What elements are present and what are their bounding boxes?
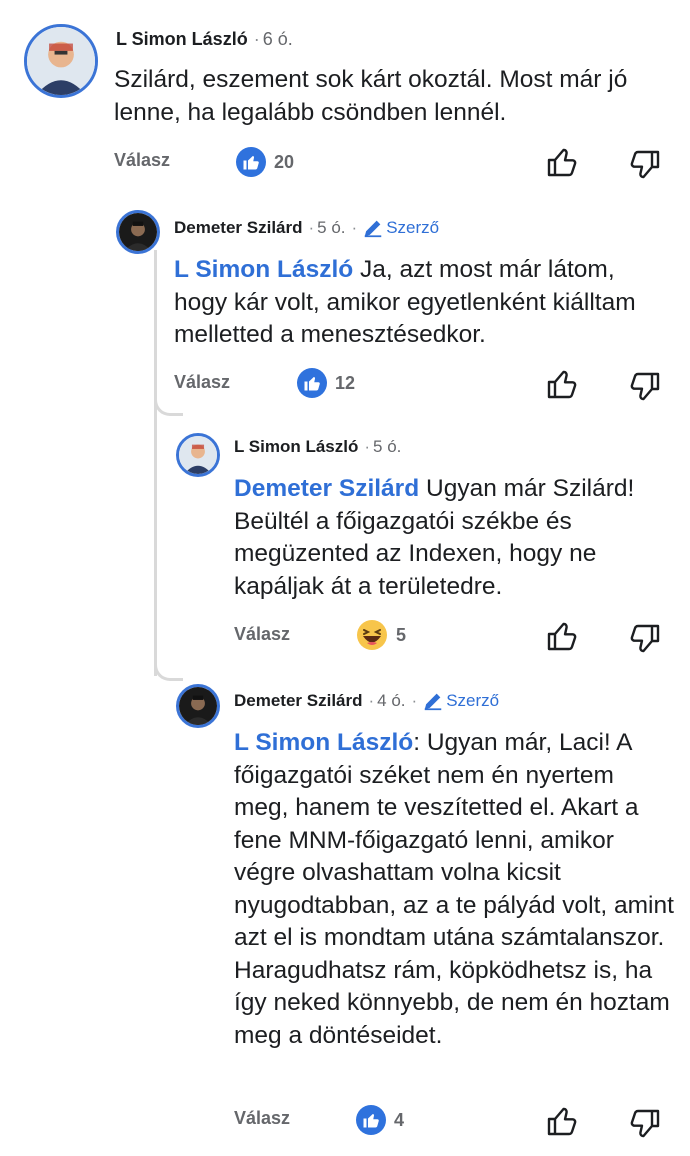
pencil-icon [424, 693, 442, 711]
reaction-count: 4 [394, 1109, 405, 1130]
thumbs-up-icon[interactable] [545, 1104, 579, 1138]
separator-dot: · [364, 437, 371, 456]
comment-author[interactable]: Demeter Szilárd [174, 218, 303, 238]
thumbs-down-icon[interactable] [628, 148, 662, 182]
separator-dot: · [351, 218, 358, 237]
comment-header: L Simon László · 6 ó. [116, 29, 293, 50]
like-reaction-icon [356, 1105, 386, 1135]
avatar[interactable] [176, 433, 220, 477]
comment-time: 5 ó. [373, 437, 402, 456]
thumbs-down-icon[interactable] [628, 370, 662, 404]
reaction-count: 5 [396, 624, 407, 645]
avatar[interactable] [176, 684, 220, 728]
comment-text: L Simon László Ja, azt most már látom, h… [174, 254, 674, 352]
comment-header: Demeter Szilárd · 4 ó. · Szerző [234, 690, 499, 712]
reply-button[interactable]: Válasz [114, 150, 170, 171]
profile-photo-icon [27, 27, 95, 95]
comment-header: Demeter Szilárd · 5 ó. · Szerző [174, 217, 439, 239]
like-reaction-icon [297, 368, 327, 398]
comment-author[interactable]: Demeter Szilárd [234, 691, 363, 711]
comment-text-content: : Ugyan már, Laci! A főigazgatói széket … [234, 729, 674, 1049]
mention-link[interactable]: L Simon László [234, 729, 413, 756]
comment-text-content: Szilárd, eszement sok kárt okoztál. Most… [114, 66, 628, 126]
thumbs-up-icon[interactable] [545, 145, 579, 179]
pencil-icon [364, 220, 382, 238]
reply-button[interactable]: Válasz [234, 624, 290, 645]
comment-text: L Simon László: Ugyan már, Laci! A főiga… [234, 727, 674, 1052]
thumbs-down-icon[interactable] [628, 1107, 662, 1141]
separator-dot: · [308, 218, 315, 237]
comment-time: 5 ó. [317, 218, 346, 237]
thread-line-level-1 [154, 250, 157, 410]
avatar[interactable] [24, 24, 98, 98]
like-reaction-icon [236, 147, 266, 177]
reaction-summary[interactable]: 4 [356, 1105, 404, 1135]
comment-author[interactable]: L Simon László [234, 437, 358, 457]
thread-line-level-2 [154, 410, 157, 676]
comment-time: 6 ó. [262, 29, 293, 49]
reaction-count: 20 [274, 151, 295, 172]
haha-reaction-icon [357, 620, 387, 650]
thumbs-down-icon[interactable] [628, 622, 662, 656]
reaction-summary[interactable]: 20 [236, 147, 294, 177]
author-badge: Szerző [362, 217, 439, 239]
comment-header: L Simon László · 5 ó. [234, 437, 401, 457]
comment-author[interactable]: L Simon László [116, 29, 248, 50]
comment-text: Demeter Szilárd Ugyan már Szilárd! Beült… [234, 473, 674, 603]
thread-connector-level-1 [154, 395, 183, 416]
avatar[interactable] [116, 210, 160, 254]
separator-dot: · [411, 691, 418, 710]
profile-photo-icon [119, 213, 157, 251]
comment-text: Szilárd, eszement sok kárt okoztál. Most… [114, 64, 674, 129]
thumbs-up-icon[interactable] [545, 619, 579, 653]
reply-button[interactable]: Válasz [174, 372, 230, 393]
reaction-summary[interactable]: 5 [356, 619, 406, 651]
thread-connector-level-2 [154, 660, 183, 681]
separator-dot: · [253, 29, 260, 49]
author-badge-label: Szerző [446, 691, 500, 710]
profile-photo-icon [179, 436, 217, 474]
reaction-summary[interactable]: 12 [297, 368, 355, 398]
author-badge-label: Szerző [386, 218, 440, 237]
separator-dot: · [368, 691, 375, 710]
reply-button[interactable]: Válasz [234, 1108, 290, 1129]
comment-time: 4 ó. [377, 691, 406, 710]
reaction-count: 12 [335, 372, 356, 393]
profile-photo-icon [179, 687, 217, 725]
author-badge: Szerző [422, 690, 499, 712]
mention-link[interactable]: L Simon László [174, 256, 353, 283]
thumbs-up-icon[interactable] [545, 367, 579, 401]
mention-link[interactable]: Demeter Szilárd [234, 475, 419, 502]
